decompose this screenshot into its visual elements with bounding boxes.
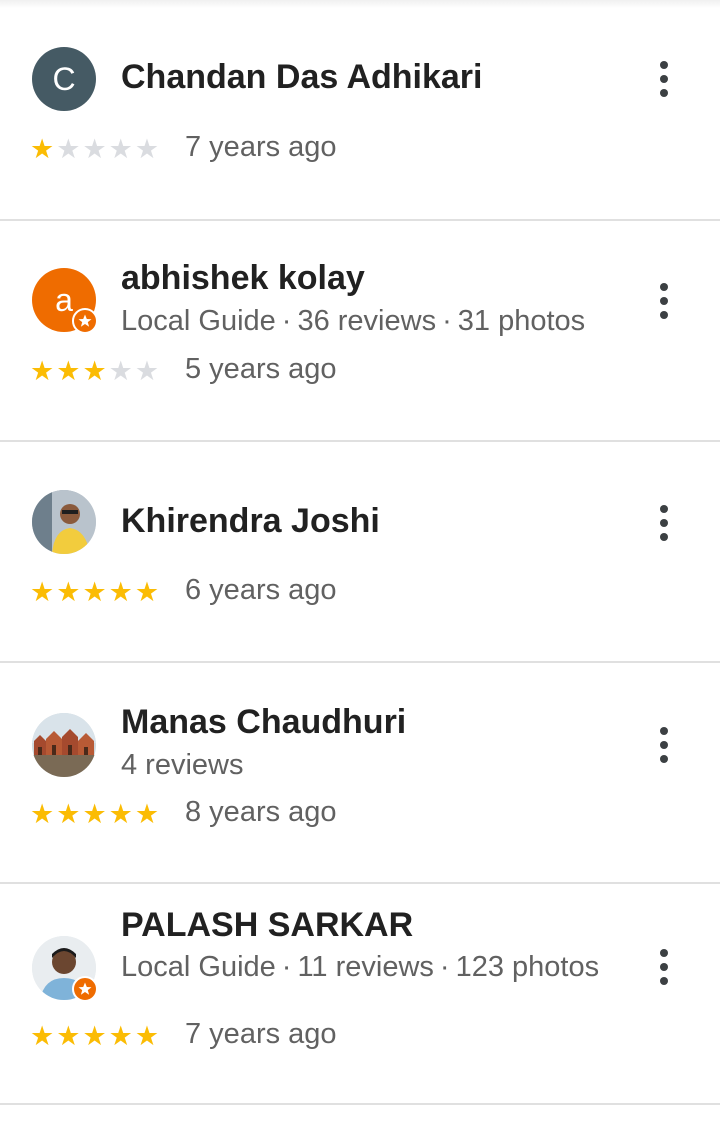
star-filled-icon: ★	[108, 577, 133, 607]
photo-count: 31 photos	[457, 305, 586, 337]
review-card: a abhishek kolay Local Guide · 36 reviews ·…	[0, 221, 720, 442]
local-guide-label: Local Guide	[121, 951, 276, 983]
avatar[interactable]	[32, 936, 98, 1002]
star-filled-icon: ★	[30, 134, 55, 164]
star-filled-icon: ★	[56, 356, 81, 386]
star-rating: ★ ★ ★ ★ ★	[30, 799, 159, 829]
reviewer-stats: 4 reviews	[121, 744, 601, 786]
review-time: 5 years ago	[185, 353, 337, 385]
star-filled-icon: ★	[82, 577, 107, 607]
local-guide-badge-icon	[72, 308, 98, 334]
star-rating: ★ ★ ★ ★ ★	[30, 1021, 159, 1051]
reviewer-name[interactable]: Chandan Das Adhikari	[121, 58, 482, 97]
review-count: 11 reviews	[297, 951, 434, 983]
star-empty-icon: ★	[134, 356, 160, 386]
photo-count: 123 photos	[455, 951, 600, 983]
more-options-icon[interactable]	[648, 59, 680, 99]
review-time: 8 years ago	[185, 796, 337, 828]
star-filled-icon: ★	[56, 1021, 81, 1051]
star-filled-icon: ★	[30, 799, 55, 829]
star-filled-icon: ★	[30, 1021, 55, 1051]
letter-avatar-icon: C	[32, 47, 96, 111]
avatar[interactable]	[32, 490, 96, 554]
review-time: 7 years ago	[185, 1018, 337, 1050]
avatar[interactable]: C	[32, 47, 96, 111]
star-rating: ★ ★ ★ ★ ★	[30, 577, 159, 607]
avatar[interactable]	[32, 713, 96, 777]
review-count: 4 reviews	[121, 749, 244, 781]
review-time: 6 years ago	[185, 574, 337, 606]
star-empty-icon: ★	[134, 134, 160, 164]
star-empty-icon: ★	[108, 134, 133, 164]
review-card: C Chandan Das Adhikari ★ ★ ★ ★ ★ 7 years…	[0, 0, 720, 221]
star-filled-icon: ★	[108, 1021, 133, 1051]
star-rating: ★ ★ ★ ★ ★	[30, 134, 159, 164]
local-guide-badge-icon	[72, 976, 98, 1002]
star-filled-icon: ★	[134, 577, 160, 607]
person-photo-avatar-icon	[32, 490, 96, 554]
reviewer-name[interactable]: Khirendra Joshi	[121, 502, 380, 541]
more-options-icon[interactable]	[648, 725, 680, 765]
more-options-icon[interactable]	[648, 281, 680, 321]
star-filled-icon: ★	[82, 1021, 107, 1051]
reviewer-stats: Local Guide · 36 reviews · 31 photos	[121, 305, 586, 337]
star-filled-icon: ★	[108, 799, 133, 829]
star-filled-icon: ★	[134, 1021, 160, 1051]
local-guide-label: Local Guide	[121, 305, 276, 337]
star-empty-icon: ★	[108, 356, 133, 386]
star-filled-icon: ★	[134, 799, 160, 829]
review-card: Khirendra Joshi ★ ★ ★ ★ ★ 6 years ago	[0, 442, 720, 663]
star-empty-icon: ★	[56, 134, 81, 164]
review-card: Manas Chaudhuri 4 reviews ★ ★ ★ ★ ★ 8 ye…	[0, 663, 720, 884]
star-empty-icon: ★	[82, 134, 107, 164]
star-filled-icon: ★	[30, 577, 55, 607]
star-filled-icon: ★	[82, 356, 107, 386]
reviewer-name[interactable]: Manas Chaudhuri	[121, 703, 406, 742]
star-filled-icon: ★	[30, 356, 55, 386]
star-filled-icon: ★	[56, 799, 81, 829]
reviewer-name[interactable]: abhishek kolay	[121, 259, 365, 298]
star-filled-icon: ★	[56, 577, 81, 607]
review-card: PALASH SARKAR Local Guide · 11 reviews · 123…	[0, 884, 720, 1105]
avatar[interactable]: a	[32, 268, 98, 334]
reviewer-stats: Local Guide · 11 reviews · 123 photos	[121, 951, 600, 983]
reviewer-name[interactable]: PALASH SARKAR	[121, 906, 413, 945]
review-time: 7 years ago	[185, 131, 337, 163]
more-options-icon[interactable]	[648, 947, 680, 987]
review-count: 36 reviews	[297, 305, 437, 337]
temple-photo-avatar-icon	[32, 713, 96, 777]
star-filled-icon: ★	[82, 799, 107, 829]
star-rating: ★ ★ ★ ★ ★	[30, 356, 159, 386]
more-options-icon[interactable]	[648, 503, 680, 543]
